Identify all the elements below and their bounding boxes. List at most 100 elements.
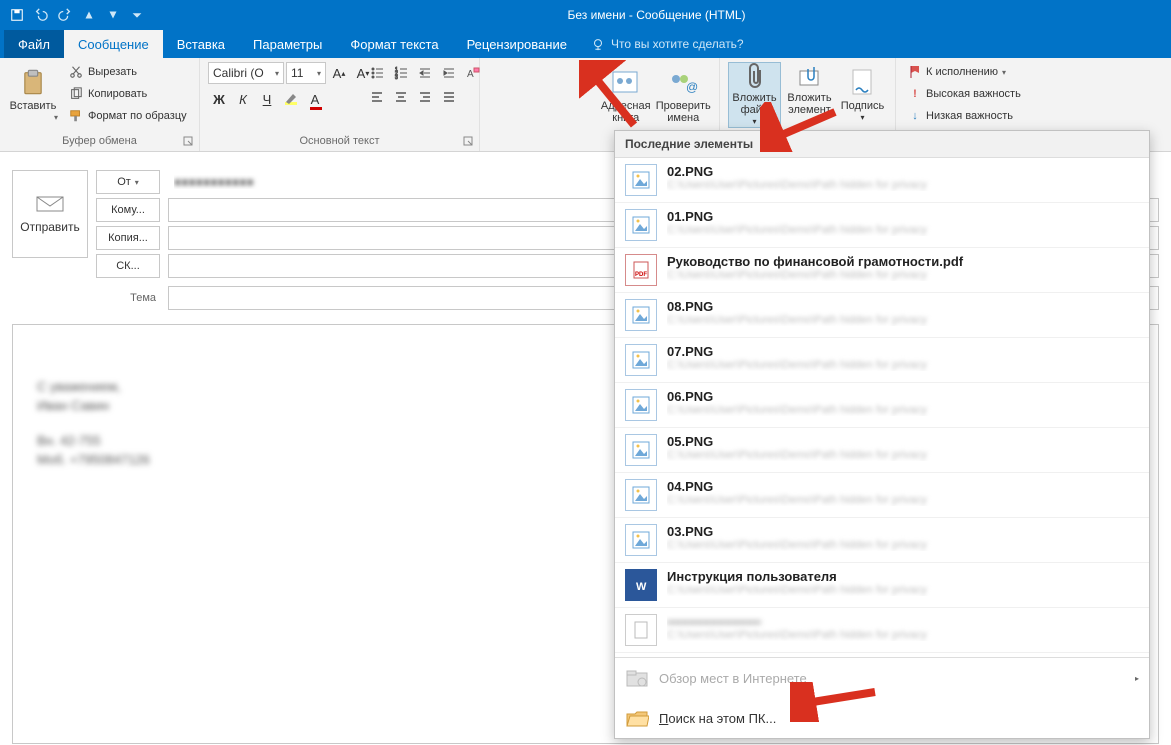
recent-item-name: 01.PNG [667,209,1139,224]
numbering-button[interactable]: 123 [390,62,412,84]
recent-item-name: 07.PNG [667,344,1139,359]
svg-text:PDF: PDF [635,272,647,278]
signature-button[interactable]: Подпись▾ [838,62,887,128]
group-clipboard-label: Буфер обмена [8,133,191,149]
redo-button[interactable] [54,4,76,26]
align-center-button[interactable] [390,86,412,108]
browse-pc-action[interactable]: Поиск на этом ПК... [615,698,1149,738]
recent-item-name: 05.PNG [667,434,1139,449]
clipboard-launcher[interactable] [183,135,197,149]
tab-insert[interactable]: Вставка [163,30,239,58]
check-names-button[interactable]: @ Проверить имена [656,62,712,128]
font-size-value: 11 [291,66,303,80]
browse-pc-label: Поиск на этом ПК... [659,711,776,726]
recent-item[interactable]: 08.PNGC:\Users\User\Pictures\Demo\Path h… [615,293,1149,338]
attach-file-dropdown: Последние элементы 02.PNGC:\Users\User\P… [614,130,1150,739]
recent-item[interactable]: 07.PNGC:\Users\User\Pictures\Demo\Path h… [615,338,1149,383]
from-button[interactable]: От ▾ [96,170,160,194]
high-importance-button[interactable]: ! Высокая важность [904,84,1025,104]
save-button[interactable] [6,4,28,26]
send-button[interactable]: Отправить [12,170,88,258]
recent-item[interactable]: WИнструкция пользователяC:\Users\User\Pi… [615,563,1149,608]
png-file-icon [625,434,657,466]
web-folder-icon [625,668,649,688]
prev-button[interactable] [78,4,100,26]
png-file-icon [625,389,657,421]
next-button[interactable] [102,4,124,26]
recent-item-path: C:\Users\User\Pictures\Demo\Path hidden … [667,539,1139,551]
to-button[interactable]: Кому... [96,198,160,222]
qat-customize[interactable] [126,4,148,26]
recent-item[interactable]: 04.PNGC:\Users\User\Pictures\Demo\Path h… [615,473,1149,518]
highlight-button[interactable] [280,88,302,110]
tell-me-label: Что вы хотите сделать? [611,37,744,51]
tab-file[interactable]: Файл [4,30,64,58]
recent-item[interactable]: 01.PNGC:\Users\User\Pictures\Demo\Path h… [615,203,1149,248]
arrow-down-icon: ↓ [908,110,922,122]
recent-item[interactable]: –––––––––––––C:\Users\User\Pictures\Demo… [615,608,1149,653]
check-names-label: Проверить имена [656,100,712,124]
high-label: Высокая важность [926,88,1021,100]
recent-item-name: 03.PNG [667,524,1139,539]
undo-button[interactable] [30,4,52,26]
font-name-combo[interactable]: Calibri (О▾ [208,62,284,84]
recent-item-name: 02.PNG [667,164,1139,179]
recent-item[interactable]: 05.PNGC:\Users\User\Pictures\Demo\Path h… [615,428,1149,473]
recent-item-name: 04.PNG [667,479,1139,494]
tab-options[interactable]: Параметры [239,30,336,58]
font-size-combo[interactable]: 11▾ [286,62,326,84]
png-file-icon [625,299,657,331]
paste-label: Вставить [10,100,57,112]
basictext-launcher[interactable] [463,135,477,149]
painter-label: Формат по образцу [88,110,187,122]
tab-format[interactable]: Формат текста [336,30,452,58]
cc-button[interactable]: Копия... [96,226,160,250]
align-right-button[interactable] [414,86,436,108]
svg-text:3: 3 [395,75,398,80]
indent-inc-button[interactable] [438,62,460,84]
attach-item-label: Вложить элемент [783,92,836,116]
tab-message[interactable]: Сообщение [64,30,163,58]
align-left-button[interactable] [366,86,388,108]
recent-items-list: 02.PNGC:\Users\User\Pictures\Demo\Path h… [615,158,1149,653]
grow-font-button[interactable]: A▴ [328,62,350,84]
recent-item-path: C:\Users\User\Pictures\Demo\Path hidden … [667,494,1139,506]
scissors-icon [68,64,84,80]
recent-item[interactable]: 02.PNGC:\Users\User\Pictures\Demo\Path h… [615,158,1149,203]
attach-item-button[interactable]: Вложить элемент▾ [783,62,836,128]
recent-item-path: C:\Users\User\Pictures\Demo\Path hidden … [667,584,1139,596]
align-justify-button[interactable] [438,86,460,108]
recent-item-name: 08.PNG [667,299,1139,314]
underline-button[interactable]: Ч [256,88,278,110]
folder-icon [625,708,649,728]
indent-dec-button[interactable] [414,62,436,84]
recent-item-path: C:\Users\User\Pictures\Demo\Path hidden … [667,224,1139,236]
recent-item[interactable]: 06.PNGC:\Users\User\Pictures\Demo\Path h… [615,383,1149,428]
follow-up-button[interactable]: К исполнению▾ [904,62,1010,82]
file-file-icon [625,614,657,646]
titlebar: Без имени - Сообщение (HTML) [0,0,1171,30]
cut-label: Вырезать [88,66,137,78]
recent-item[interactable]: 03.PNGC:\Users\User\Pictures\Demo\Path h… [615,518,1149,563]
italic-button[interactable]: К [232,88,254,110]
recent-item[interactable]: PDFРуководство по финансовой грамотности… [615,248,1149,293]
low-importance-button[interactable]: ↓ Низкая важность [904,106,1017,126]
bullets-button[interactable] [366,62,388,84]
tell-me-search[interactable]: Что вы хотите сделать? [591,30,744,58]
paste-button[interactable]: Вставить ▾ [8,62,58,128]
png-file-icon [625,164,657,196]
browse-web-action[interactable]: Обзор мест в Интернете ▸ [615,658,1149,698]
copy-button[interactable]: Копировать [64,84,191,104]
bcc-button[interactable]: СК... [96,254,160,278]
clear-format-button[interactable]: A [462,62,484,84]
bold-button[interactable]: Ж [208,88,230,110]
attach-file-button[interactable]: Вложить файл▾ [728,62,781,128]
recent-item-path: C:\Users\User\Pictures\Demo\Path hidden … [667,179,1139,191]
font-color-button[interactable]: A [304,88,326,110]
cut-button[interactable]: Вырезать [64,62,191,82]
format-painter-button[interactable]: Формат по образцу [64,106,191,126]
ribbon-tabs: Файл Сообщение Вставка Параметры Формат … [0,30,1171,58]
tab-review[interactable]: Рецензирование [453,30,581,58]
word-file-icon: W [625,569,657,601]
address-book-button[interactable]: Адресная книга [598,62,654,128]
